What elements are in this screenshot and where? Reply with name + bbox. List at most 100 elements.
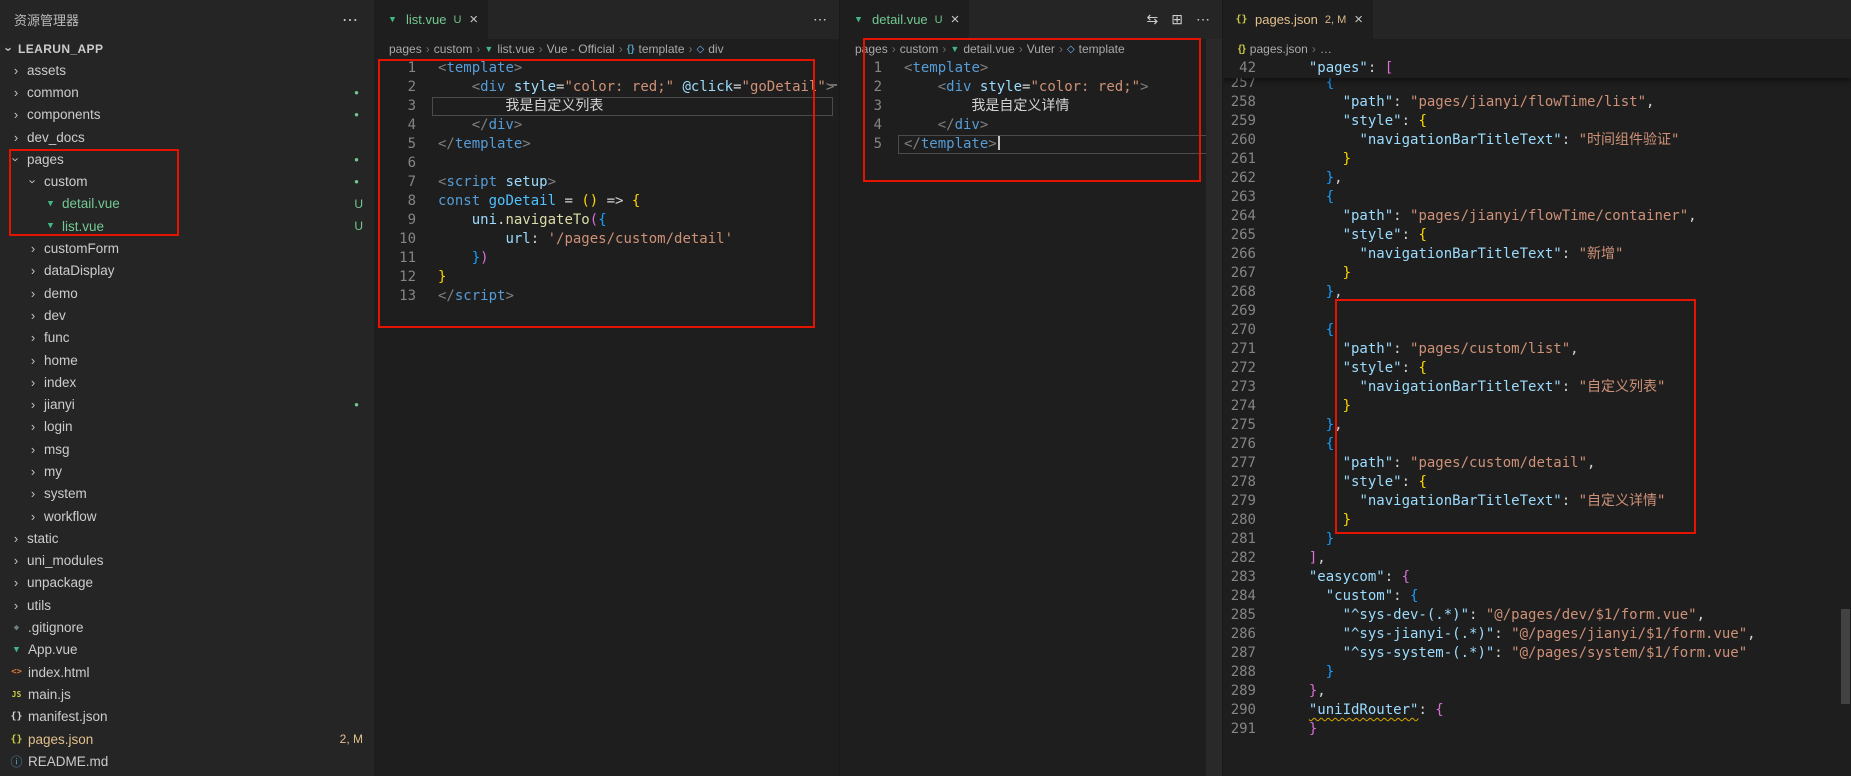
folder-system[interactable]: ›system: [0, 483, 374, 505]
code-line-5: 5</template>: [840, 135, 1222, 154]
close-icon[interactable]: ×: [469, 12, 478, 27]
folder-login[interactable]: ›login: [0, 416, 374, 438]
breadcrumb-label: list.vue: [497, 42, 534, 56]
line-number: 291: [1223, 720, 1292, 739]
line-number: 273: [1223, 378, 1292, 397]
code-editor[interactable]: 1<template>2 <div style="color: red;" @c…: [374, 59, 839, 776]
folder-assets[interactable]: ›assets: [0, 59, 374, 81]
folder-dev[interactable]: ›dev: [0, 304, 374, 326]
breadcrumb-label: custom: [434, 42, 473, 56]
line-text: }): [438, 249, 489, 268]
folder-static[interactable]: ›static: [0, 527, 374, 549]
open-changes-icon[interactable]: ⇆: [1147, 11, 1159, 28]
breadcrumb-label: pages.json: [1250, 42, 1308, 56]
folder-customForm[interactable]: ›customForm: [0, 237, 374, 259]
breadcrumb-item[interactable]: Vue - Official: [547, 42, 615, 56]
breadcrumb-item[interactable]: pages: [389, 42, 422, 56]
symbol-icon: ◇: [1067, 44, 1075, 55]
folder-uni-modules[interactable]: ›uni_modules: [0, 550, 374, 572]
breadcrumb-item[interactable]: ◇template: [1067, 42, 1125, 56]
line-text: },: [1292, 416, 1343, 435]
project-root-header[interactable]: › LEARUN_APP: [0, 39, 374, 59]
line-text: "easycom": {: [1292, 568, 1410, 587]
file-uni.scss[interactable]: ◈uni.scss: [0, 773, 374, 776]
line-number: 2: [840, 78, 904, 97]
chevron-right-icon: ›: [25, 286, 41, 301]
file-App.vue[interactable]: ▼App.vue: [0, 639, 374, 661]
code-line-285: 285 "^sys-dev-(.*)": "@/pages/dev/$1/for…: [1223, 606, 1851, 625]
breadcrumb-item[interactable]: {}pages.json: [1238, 42, 1308, 56]
file-index.html[interactable]: <>index.html: [0, 661, 374, 683]
code-editor[interactable]: 1<template>2 <div style="color: red;">3 …: [840, 59, 1222, 776]
code-lines: 1<template>2 <div style="color: red;">3 …: [840, 59, 1222, 154]
folder-workflow[interactable]: ›workflow: [0, 505, 374, 527]
breadcrumb-item[interactable]: custom: [900, 42, 939, 56]
file-README.md[interactable]: ⓘREADME.md: [0, 750, 374, 772]
breadcrumb-item[interactable]: Vuter: [1027, 42, 1055, 56]
folder-my[interactable]: ›my: [0, 460, 374, 482]
line-number: 290: [1223, 701, 1292, 720]
scrollbar-thumb[interactable]: [1841, 609, 1850, 704]
more-actions-icon[interactable]: ⋯: [813, 11, 827, 28]
folder-dev-docs[interactable]: ›dev_docs: [0, 126, 374, 148]
line-number: 278: [1223, 473, 1292, 492]
folder-components[interactable]: ›components●: [0, 104, 374, 126]
scrollbar[interactable]: [1840, 39, 1851, 776]
breadcrumb-item[interactable]: …: [1320, 42, 1332, 56]
close-icon[interactable]: ×: [1354, 12, 1363, 27]
folder-common[interactable]: ›common●: [0, 81, 374, 103]
more-actions-icon[interactable]: ⋯: [1196, 11, 1210, 28]
file-dot-gitignore[interactable]: ◆.gitignore: [0, 616, 374, 638]
folder-demo[interactable]: ›demo: [0, 282, 374, 304]
item-label: func: [44, 330, 70, 345]
file-pages.json[interactable]: {}pages.json2, M: [0, 728, 374, 750]
line-number: 3: [374, 97, 438, 116]
file-detail.vue[interactable]: ▼detail.vueU: [0, 193, 374, 215]
close-icon[interactable]: ×: [951, 12, 960, 27]
tab-detail.vue[interactable]: ▼detail.vueU×: [840, 0, 970, 39]
breadcrumb-item[interactable]: ▼ list.vue: [484, 42, 534, 56]
breadcrumb-item[interactable]: pages: [855, 42, 888, 56]
code-line-4: 4 </div>: [374, 116, 839, 135]
line-text: </div>: [904, 116, 988, 135]
breadcrumb-item[interactable]: ▼detail.vue: [950, 42, 1014, 56]
code-line-280: 280 }: [1223, 511, 1851, 530]
folder-home[interactable]: ›home: [0, 349, 374, 371]
folder-unpackage[interactable]: ›unpackage: [0, 572, 374, 594]
breadcrumb-item[interactable]: ◇div: [697, 42, 724, 56]
breadcrumb-label: Vuter: [1027, 42, 1055, 56]
line-number: 4: [840, 116, 904, 135]
line-number: 283: [1223, 568, 1292, 587]
file-list.vue[interactable]: ▼list.vueU: [0, 215, 374, 237]
tab-list.vue[interactable]: ▼list.vueU×: [374, 0, 489, 39]
explorer-more-actions-icon[interactable]: ⋯: [342, 10, 358, 30]
split-editor-icon[interactable]: ⊞: [1171, 11, 1183, 28]
item-label: uni_modules: [27, 553, 104, 568]
vue-icon: ▼: [484, 44, 493, 54]
line-text: "^sys-jianyi-(.*)": "@/pages/jianyi/$1/f…: [1292, 625, 1756, 644]
folder-pages[interactable]: ›pages●: [0, 148, 374, 170]
folder-msg[interactable]: ›msg: [0, 438, 374, 460]
info-file-icon: ⓘ: [8, 753, 25, 770]
line-number: 276: [1223, 435, 1292, 454]
line-number: 281: [1223, 530, 1292, 549]
line-text: "pages": [: [1292, 59, 1393, 78]
chevron-right-icon: ›: [25, 263, 41, 278]
item-label: detail.vue: [62, 196, 120, 211]
file-manifest.json[interactable]: {}manifest.json: [0, 706, 374, 728]
folder-dataDisplay[interactable]: ›dataDisplay: [0, 260, 374, 282]
folder-custom[interactable]: ›custom●: [0, 170, 374, 192]
code-editor[interactable]: 42 "pages": [ 257 {258 "path": "pages/ji…: [1223, 59, 1851, 776]
vue-file-icon: ▼: [850, 15, 867, 25]
tab-pages.json[interactable]: {}pages.json2, M×: [1223, 0, 1374, 39]
breadcrumb-item[interactable]: custom: [434, 42, 473, 56]
folder-utils[interactable]: ›utils: [0, 594, 374, 616]
sticky-scroll[interactable]: 42 "pages": [: [1223, 59, 1851, 78]
breadcrumb-item[interactable]: {}template: [627, 42, 685, 56]
line-number: 285: [1223, 606, 1292, 625]
folder-func[interactable]: ›func: [0, 327, 374, 349]
folder-index[interactable]: ›index: [0, 371, 374, 393]
file-main.js[interactable]: JSmain.js: [0, 683, 374, 705]
folder-jianyi[interactable]: ›jianyi●: [0, 393, 374, 415]
item-label: home: [44, 353, 78, 368]
